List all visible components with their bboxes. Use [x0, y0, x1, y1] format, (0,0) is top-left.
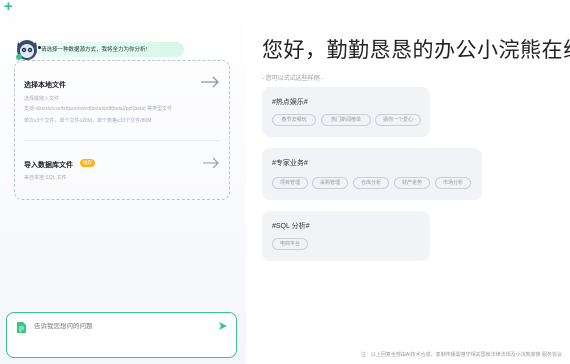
card-title: #专家业务# [272, 160, 308, 167]
example-tag[interactable]: 热门新闻榜单 [321, 114, 371, 126]
chat-input-box[interactable] [6, 312, 237, 358]
divider [24, 140, 220, 141]
example-tag[interactable]: 春节去哪玩 [272, 114, 316, 126]
example-card-entertainment[interactable]: #热点娱乐# 春节去哪玩 热门新闻榜单 猜你一个爱心 [262, 87, 430, 137]
local-file-title[interactable]: 选择本地文件 [24, 80, 66, 90]
local-file-formats: 支持 xlsx/xls/csv/txt/json/word(beta)/pdf(… [24, 106, 173, 112]
footer-disclaimer: 注：以上回复全部由AI技术合成，复制传播需遵守相关国家法律法规及小浣熊家族 服务… [360, 352, 562, 358]
sidebar: + 请选择一种数据源方式，我将全力为你分析! 选择本地文件 选择或拖入文件 支持… [0, 0, 246, 364]
example-tag[interactable]: 财产走势 [394, 177, 430, 189]
example-card-sql[interactable]: #SQL 分析# 电商平台 [262, 211, 430, 261]
database-file-desc: 来自本地 SQL 文件 [24, 175, 67, 181]
examples-label: - 您可以试试这些样例 - [262, 76, 324, 82]
question-input[interactable] [34, 323, 204, 330]
greeting-text: 请选择一种数据源方式，我将全力为你分析! [41, 47, 148, 53]
arrow-right-icon[interactable] [202, 157, 220, 169]
send-icon[interactable] [218, 321, 228, 331]
page-title: 您好，勤勤恳恳的办公小浣熊在线! [262, 39, 570, 62]
document-icon[interactable] [16, 321, 27, 334]
local-file-desc: 选择或拖入文件 [24, 96, 60, 102]
example-card-expert[interactable]: #专家业务# 项目管理 采购管理 仓库分析 财产走势 市场分析 [262, 148, 482, 200]
example-tag[interactable]: 市场分析 [435, 177, 471, 189]
example-tag[interactable]: 项目管理 [272, 177, 308, 189]
card-title: #SQL 分析# [272, 223, 310, 230]
raccoon-avatar-icon [16, 40, 37, 60]
card-title: #热点娱乐# [272, 99, 308, 106]
example-tag[interactable]: 采购管理 [312, 177, 348, 189]
example-tag[interactable]: 仓库分析 [353, 177, 389, 189]
example-tag[interactable]: 猜你一个爱心 [375, 114, 421, 126]
local-file-limits: 单次≤3个文件，单个文件≤20M，单个表格≤10个文件/80M [24, 118, 152, 124]
database-file-title[interactable]: 导入数据库文件 [24, 160, 73, 170]
arrow-right-icon[interactable] [200, 76, 220, 88]
new-chat-plus-icon[interactable]: + [4, 0, 18, 15]
app-window: + 请选择一种数据源方式，我将全力为你分析! 选择本地文件 选择或拖入文件 支持… [0, 0, 570, 364]
example-tag[interactable]: 电商平台 [272, 238, 308, 250]
recommend-badge: 推荐 [80, 159, 95, 167]
